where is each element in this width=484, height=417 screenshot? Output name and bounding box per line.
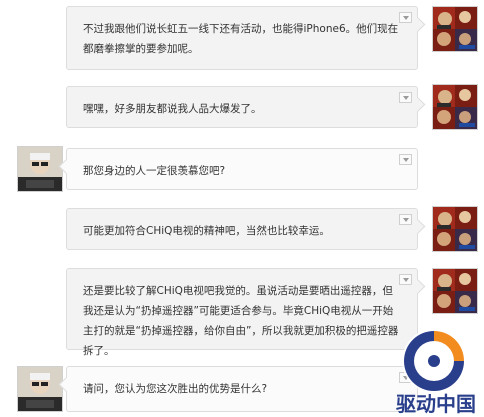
message-text: 还是要比较了解CHiQ电视吧我觉的。虽说活动是要晒出遥控器，但我还是认为“扔掉遥…	[83, 285, 399, 357]
chevron-down-icon[interactable]	[399, 274, 412, 285]
user-avatar-photo-icon	[433, 7, 477, 51]
watermark-text: 驱动中国	[396, 392, 476, 416]
user-avatar-photo-icon	[433, 269, 477, 313]
message-text: 请问，您认为您这次胜出的优势是什么?	[83, 383, 268, 395]
message-bubble: 那您身边的人一定很羡慕您吧?	[66, 148, 418, 190]
interviewer-avatar-photo-icon	[18, 367, 62, 411]
user-avatar[interactable]	[432, 268, 478, 314]
interviewer-avatar-photo-icon	[18, 147, 62, 191]
chevron-down-icon[interactable]	[399, 12, 412, 23]
user-avatar-photo-icon	[433, 207, 477, 251]
message-text: 那您身边的人一定很羡慕您吧?	[83, 165, 226, 177]
message-text: 嘿嘿，好多朋友都说我人品大爆发了。	[83, 103, 262, 115]
message-bubble: 嘿嘿，好多朋友都说我人品大爆发了。	[66, 86, 418, 128]
user-avatar[interactable]	[432, 84, 478, 130]
message-bubble: 请问，您认为您这次胜出的优势是什么?	[66, 366, 418, 412]
chevron-down-icon[interactable]	[399, 214, 412, 225]
message-text: 可能更加符合CHiQ电视的精神吧，当然也比较幸运。	[83, 225, 330, 237]
message-bubble: 还是要比较了解CHiQ电视吧我觉的。虽说活动是要晒出遥控器，但我还是认为“扔掉遥…	[66, 268, 418, 357]
message-text: 不过我跟他们说长虹五一线下还有活动，也能得iPhone6。他们现在都磨拳擦掌的要…	[83, 23, 399, 55]
interviewer-avatar[interactable]	[17, 146, 63, 192]
chevron-down-icon[interactable]	[399, 154, 412, 165]
user-avatar[interactable]	[432, 206, 478, 252]
user-avatar-photo-icon	[433, 85, 477, 129]
chevron-down-icon[interactable]	[399, 92, 412, 103]
interviewer-avatar[interactable]	[17, 366, 63, 412]
message-bubble: 可能更加符合CHiQ电视的精神吧，当然也比较幸运。	[66, 208, 418, 250]
user-avatar[interactable]	[432, 6, 478, 52]
message-bubble: 不过我跟他们说长虹五一线下还有活动，也能得iPhone6。他们现在都磨拳擦掌的要…	[66, 6, 418, 70]
